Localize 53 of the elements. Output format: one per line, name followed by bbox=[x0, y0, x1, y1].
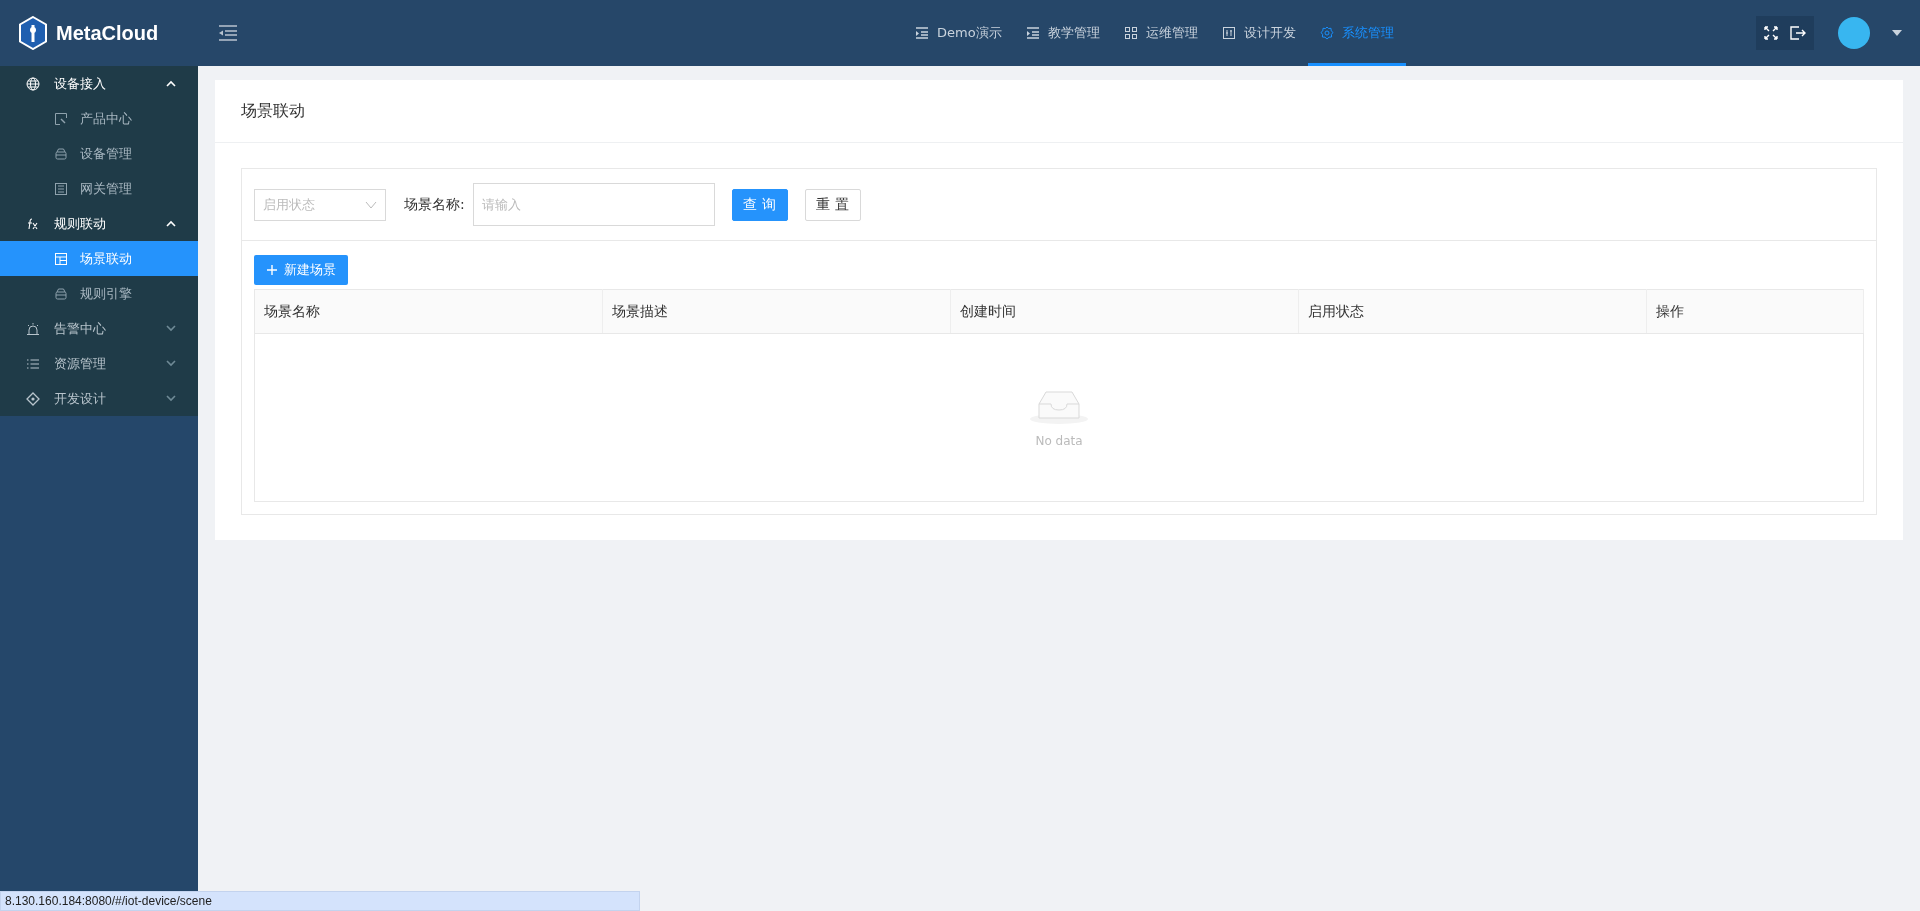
diamond-icon bbox=[26, 391, 40, 406]
alarm-icon bbox=[26, 321, 40, 336]
grid-icon bbox=[1123, 26, 1138, 40]
column-header: 操作 bbox=[1646, 289, 1864, 334]
globe-icon bbox=[26, 76, 40, 91]
page-title: 场景联动 bbox=[215, 80, 1903, 143]
avatar[interactable] bbox=[1838, 17, 1870, 49]
indent-icon bbox=[1025, 26, 1040, 40]
nav-tab[interactable]: 教学管理 bbox=[1013, 0, 1112, 66]
square-cursor-icon bbox=[54, 111, 68, 126]
sidebar-item[interactable]: 网关管理 bbox=[0, 171, 198, 206]
caret-icon[interactable] bbox=[1892, 30, 1902, 36]
plus-icon bbox=[266, 264, 278, 276]
sidebar-item[interactable]: 产品中心 bbox=[0, 101, 198, 136]
nav-tab[interactable]: 运维管理 bbox=[1111, 0, 1210, 66]
chevron-up-icon bbox=[166, 80, 176, 87]
sidebar-item[interactable]: 设备管理 bbox=[0, 136, 198, 171]
status-bar-url: 8.130.160.184:8080/#/iot-device/scene bbox=[0, 891, 640, 911]
field-label: 场景名称: bbox=[404, 195, 465, 214]
chevron-down-icon bbox=[166, 395, 176, 402]
empty-text: No data bbox=[1035, 432, 1083, 450]
table-icon bbox=[54, 251, 68, 266]
indent-icon bbox=[915, 26, 929, 40]
sidebar-group[interactable]: 开发设计 bbox=[0, 381, 198, 416]
list-box-icon bbox=[54, 181, 68, 196]
panel-icon bbox=[1221, 26, 1236, 40]
nav-tab[interactable]: 设计开发 bbox=[1209, 0, 1308, 66]
chevron-down-icon bbox=[166, 360, 176, 367]
sidebar-item[interactable]: 规则引擎 bbox=[0, 276, 198, 311]
menu-collapse-icon[interactable] bbox=[218, 25, 238, 41]
logo-icon bbox=[18, 16, 48, 50]
chevron-down-icon bbox=[166, 325, 176, 332]
chevron-up-icon bbox=[166, 220, 176, 227]
sidebar-group[interactable]: 告警中心 bbox=[0, 311, 198, 346]
sidebar-group[interactable]: 设备接入 bbox=[0, 66, 198, 101]
logo-text: MetaCloud bbox=[56, 21, 159, 46]
fullscreen-icon[interactable] bbox=[1764, 26, 1778, 40]
sidebar-group[interactable]: 规则联动 bbox=[0, 206, 198, 241]
filter-button[interactable]: 重 置 bbox=[804, 188, 861, 221]
sidebar-group[interactable]: 资源管理 bbox=[0, 346, 198, 381]
list-icon bbox=[26, 356, 40, 371]
box-icon bbox=[54, 286, 68, 301]
column-header: 场景名称 bbox=[254, 289, 603, 334]
fx-icon bbox=[26, 216, 40, 231]
input-field[interactable]: 请输入 bbox=[472, 183, 715, 226]
nav-tab[interactable]: Demo演示 bbox=[903, 0, 1014, 66]
chevron-down-icon bbox=[365, 200, 377, 209]
logout-icon[interactable] bbox=[1790, 26, 1806, 40]
settings-icon bbox=[1319, 26, 1334, 40]
column-header: 启用状态 bbox=[1298, 289, 1647, 334]
column-header: 场景描述 bbox=[602, 289, 951, 334]
column-header: 创建时间 bbox=[950, 289, 1299, 334]
box-icon bbox=[54, 146, 68, 161]
